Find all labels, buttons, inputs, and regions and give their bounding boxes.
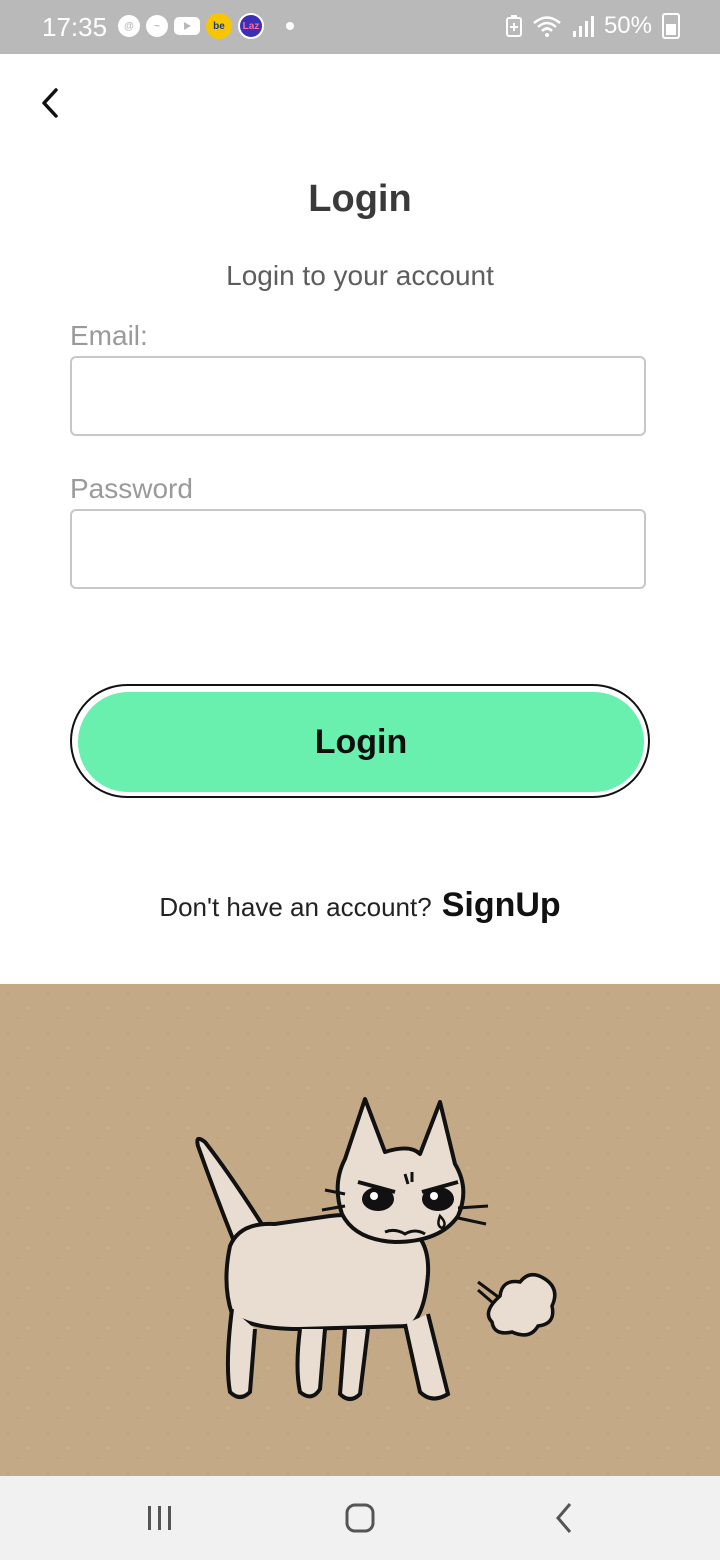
back-button[interactable] [28,80,74,126]
threads-icon: @ [118,15,140,37]
be-app-icon: be [206,13,232,39]
status-time: 17:35 [42,12,108,42]
cat-drawing [0,984,720,1476]
angry-cat-illustration [0,984,720,1476]
login-button-label: Login [78,692,644,792]
signup-row: Don't have an account? SignUp [0,886,720,925]
page-title: Login [308,178,412,220]
back-icon [556,1503,572,1533]
lazada-app-icon: Laz [238,13,264,39]
youtube-icon [174,17,200,35]
recent-apps-button[interactable] [136,1494,184,1542]
battery-icon [662,13,680,39]
email-label: Email: [70,320,148,351]
wifi-icon [533,16,561,37]
home-icon [345,1503,375,1533]
signup-prompt: Don't have an account? [159,892,432,922]
recent-apps-icon [148,1506,171,1530]
system-nav-bar [0,1476,720,1560]
battery-percent: 50% [603,12,652,39]
signup-link[interactable]: SignUp [442,886,561,925]
nav-back-button[interactable] [540,1494,588,1542]
password-field[interactable] [70,509,646,589]
home-button[interactable] [336,1494,384,1542]
messenger-icon: ~ [146,15,168,37]
back-arrow-icon [42,88,58,118]
battery-saver-icon [505,15,522,37]
email-field[interactable] [70,356,646,436]
password-label: Password [70,473,193,504]
login-button[interactable]: Login [70,684,650,798]
notification-dot-icon [286,22,294,30]
page-subtitle: Login to your account [226,260,494,291]
status-bar: 17:35 @ ~ be Laz 50% [0,0,720,54]
signal-icon [572,16,594,37]
system-icons: 50% [505,12,680,40]
notification-icons: @ ~ be Laz [118,13,294,39]
